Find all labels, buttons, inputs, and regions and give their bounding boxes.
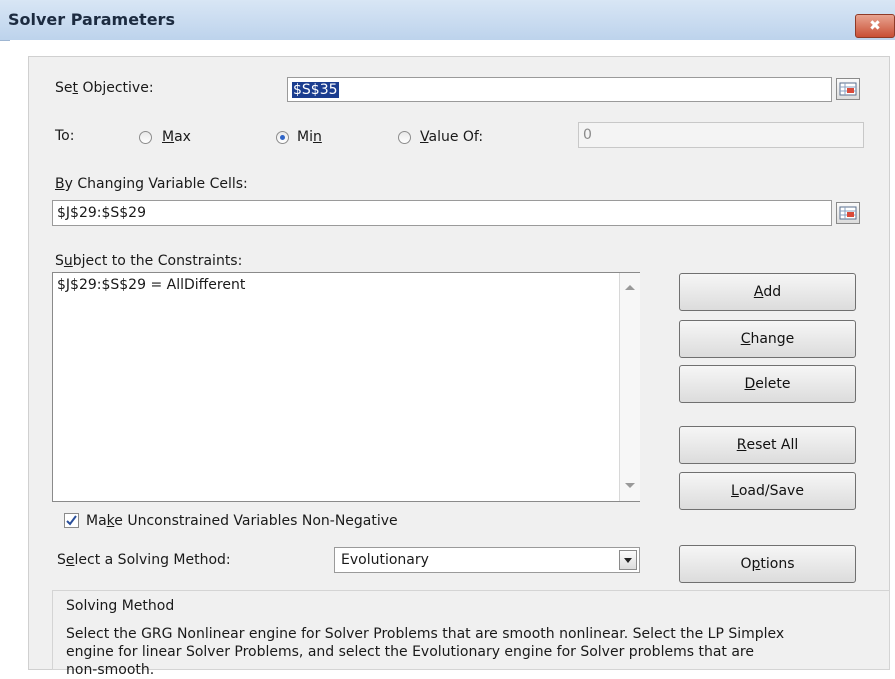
label-part: dd [763, 284, 782, 300]
options-button[interactable]: Op tions [679, 545, 856, 583]
label-accelerator: A [753, 284, 764, 300]
label-part: Ma [86, 513, 107, 529]
label-part: S [55, 253, 64, 269]
objective-collapse-button[interactable] [836, 78, 860, 100]
label-part: bject to the Constraints: [72, 253, 243, 269]
max-radio-label[interactable]: Max [162, 129, 191, 145]
description-line: engine for linear Solver Problems, and s… [66, 644, 754, 660]
value-of-value: 0 [583, 127, 592, 143]
min-radio-label[interactable]: Min [297, 129, 322, 145]
label-part: e Unconstrained Variables Non-Negative [114, 513, 398, 529]
scroll-down-icon[interactable] [625, 483, 635, 488]
label-part: hange [750, 331, 795, 347]
delete-button[interactable]: Delete [679, 365, 856, 403]
nonneg-label[interactable]: Make Unconstrained Variables Non-Negativ… [86, 513, 398, 529]
solving-method-label: Select a Solving Method: [57, 552, 231, 568]
label-part: lect a Solving Method: [74, 552, 231, 568]
solving-method-description: Select the GRG Nonlinear engine for Solv… [66, 625, 876, 679]
constraint-item[interactable]: $J$29:$S$29 = AllDifferent [57, 277, 245, 293]
reset-all-button[interactable]: Reset All [679, 426, 856, 464]
label-part: tions [760, 556, 795, 572]
label-part: Se [55, 80, 73, 96]
checkmark-icon [66, 515, 77, 526]
set-objective-value: $S$35 [292, 81, 339, 98]
solving-method-value: Evolutionary [341, 552, 429, 568]
label-accelerator: u [63, 253, 73, 269]
load-save-button[interactable]: Load/Save [679, 472, 856, 510]
label-part: S [57, 552, 66, 568]
close-button[interactable]: ✖ [855, 14, 895, 38]
solving-method-select[interactable]: Evolutionary [334, 547, 640, 573]
constraints-label: Subject to the Constraints: [55, 253, 242, 269]
label-part: Mi [297, 129, 313, 145]
label-accelerator: V [420, 129, 429, 145]
value-of-radio-label[interactable]: Value Of: [420, 129, 483, 145]
label-part: eset All [746, 437, 799, 453]
to-label: To: [55, 128, 75, 144]
set-objective-label: Set Objective: [55, 80, 154, 96]
change-button[interactable]: Change [679, 320, 856, 358]
label-accelerator: p [751, 556, 761, 572]
value-of-input[interactable]: 0 [578, 122, 864, 148]
label-accelerator: M [162, 129, 175, 145]
changing-cells-input[interactable]: $J$29:$S$29 [52, 200, 832, 226]
label-part: O [740, 556, 752, 572]
scroll-up-icon[interactable] [625, 285, 635, 290]
max-radio[interactable] [139, 131, 152, 144]
solving-method-group-title: Solving Method [66, 598, 175, 614]
dropdown-button[interactable] [619, 550, 637, 570]
label-part: oad/Save [738, 483, 804, 499]
constraints-list[interactable]: $J$29:$S$29 = AllDifferent [52, 272, 640, 502]
add-button[interactable]: Add [679, 273, 856, 311]
value-of-radio[interactable] [398, 131, 411, 144]
label-accelerator: R [736, 437, 747, 453]
constraints-scrollbar[interactable] [619, 273, 640, 501]
label-accelerator: L [731, 483, 739, 499]
label-accelerator: n [312, 129, 322, 145]
label-accelerator: B [55, 176, 65, 192]
changing-cells-collapse-button[interactable] [836, 202, 860, 224]
close-icon: ✖ [869, 18, 881, 34]
changing-cells-value: $J$29:$S$29 [57, 205, 146, 221]
label-accelerator: D [744, 376, 756, 392]
min-radio[interactable] [276, 131, 289, 144]
label-part: Objective: [78, 80, 154, 96]
range-select-icon [839, 206, 857, 220]
description-line: non-smooth. [66, 662, 155, 678]
changing-cells-label: By Changing Variable Cells: [55, 176, 248, 192]
label-part: elete [755, 376, 791, 392]
label-accelerator: C [740, 331, 751, 347]
nonneg-checkbox[interactable] [64, 513, 79, 528]
range-select-icon [839, 82, 857, 96]
description-line: Select the GRG Nonlinear engine for Solv… [66, 626, 785, 642]
label-part: ax [174, 129, 191, 145]
set-objective-input[interactable]: $S$35 [287, 77, 832, 102]
label-accelerator: e [65, 552, 75, 568]
window-title: Solver Parameters [8, 10, 175, 29]
label-part: y Changing Variable Cells: [64, 176, 248, 192]
label-part: alue Of: [428, 129, 484, 145]
chevron-down-icon [624, 557, 632, 563]
